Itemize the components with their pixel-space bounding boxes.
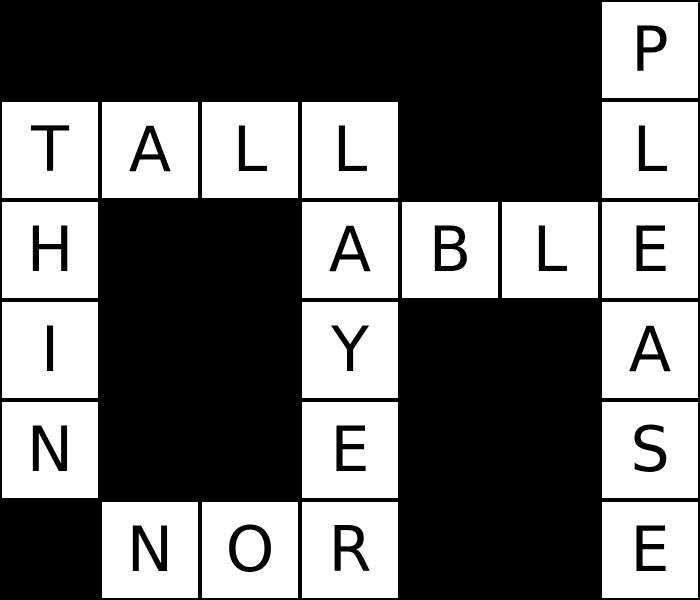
crossword-cell-r2-c5[interactable]: L [502,202,598,298]
crossword-cell-r2-c3[interactable]: A [302,202,398,298]
crossword-cell-r3-c0[interactable]: I [2,302,98,398]
crossword-cell-r4-c6[interactable]: S [602,402,698,498]
crossword-cell-r4-c0[interactable]: N [2,402,98,498]
crossword-cell-r3-c3[interactable]: Y [302,302,398,398]
crossword-cell-r1-c6[interactable]: L [602,102,698,198]
crossword-grid: PTALLLHABLEIYANESNORE [0,0,700,600]
crossword-cell-r5-c3[interactable]: R [302,502,398,598]
crossword-cell-r3-c6[interactable]: A [602,302,698,398]
crossword-cell-r1-c0[interactable]: T [2,102,98,198]
crossword-cell-r2-c4[interactable]: B [402,202,498,298]
crossword-cell-r5-c1[interactable]: N [102,502,198,598]
crossword-cell-r5-c2[interactable]: O [202,502,298,598]
crossword-cell-r2-c0[interactable]: H [2,202,98,298]
crossword-cell-r1-c2[interactable]: L [202,102,298,198]
crossword-cell-r5-c6[interactable]: E [602,502,698,598]
crossword-cell-r1-c3[interactable]: L [302,102,398,198]
crossword-cell-r0-c6[interactable]: P [602,2,698,98]
crossword-cell-r2-c6[interactable]: E [602,202,698,298]
crossword-cell-r1-c1[interactable]: A [102,102,198,198]
crossword-cell-r4-c3[interactable]: E [302,402,398,498]
